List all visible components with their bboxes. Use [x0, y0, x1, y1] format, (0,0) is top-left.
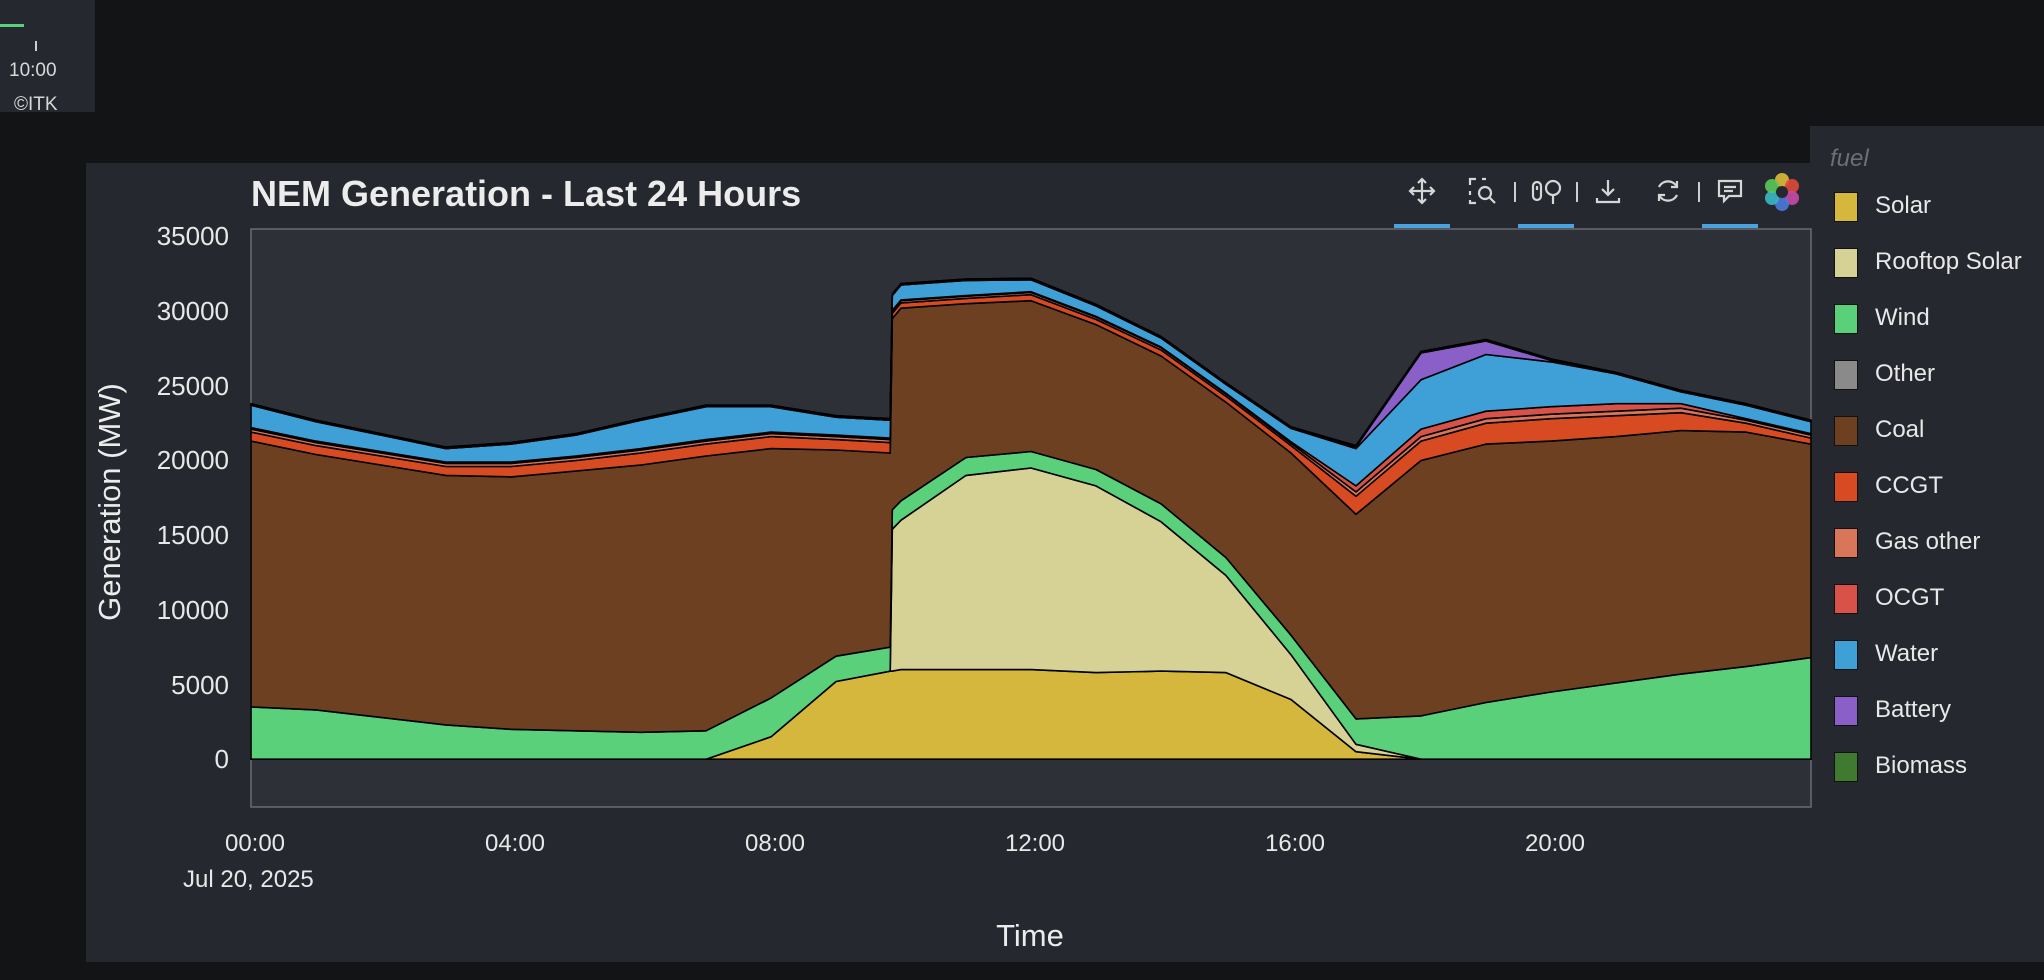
chart-title: NEM Generation - Last 24 Hours — [251, 173, 802, 214]
legend-label: Coal — [1875, 416, 1925, 443]
legend-item[interactable]: Water — [1834, 634, 2044, 674]
legend-swatch — [1834, 584, 1858, 614]
legend-item[interactable]: Battery — [1834, 690, 2044, 730]
x-tick-label: 20:00 — [1524, 830, 1586, 857]
reset-tool[interactable] — [1638, 170, 1698, 220]
legend-item[interactable]: Gas other — [1834, 522, 2044, 562]
y-axis-title: Generation (MW) — [92, 383, 127, 621]
x-tick-label: 08:00 — [744, 830, 806, 857]
reset-icon — [1657, 180, 1679, 202]
legend-item[interactable]: Other — [1834, 354, 2044, 394]
legend-label: Biomass — [1875, 752, 1968, 779]
bokeh-logo[interactable] — [1760, 170, 1820, 220]
x-tick-label: 00:00 — [224, 830, 286, 857]
download-icon — [1595, 180, 1621, 204]
box-zoom-icon — [1468, 177, 1496, 205]
legend-item[interactable]: Coal — [1834, 410, 2044, 450]
legend-item[interactable]: Biomass — [1834, 746, 2044, 786]
legend-label: Wind — [1875, 304, 1930, 331]
save-tool[interactable] — [1578, 170, 1638, 220]
legend-label: Solar — [1875, 192, 1932, 219]
move-icon — [1408, 177, 1436, 205]
chart-toolbar — [1392, 170, 1799, 228]
legend-item[interactable]: Wind — [1834, 298, 2044, 338]
y-tick-label: 5000 — [171, 669, 229, 700]
legend-label: OCGT — [1875, 584, 1945, 611]
x-axis-title: Time — [996, 918, 1064, 953]
x-tick-label: 12:00 — [1004, 830, 1066, 857]
legend-swatch — [1834, 248, 1858, 278]
legend-swatch — [1834, 192, 1858, 222]
hover-icon — [1717, 179, 1743, 204]
legend-swatch — [1834, 360, 1858, 390]
legend-title: fuel — [1830, 145, 1869, 172]
box-zoom-tool[interactable] — [1452, 170, 1512, 220]
x-axis-date-label: Jul 20, 2025 — [183, 866, 314, 893]
legend-item[interactable]: CCGT — [1834, 466, 2044, 506]
hover-tool[interactable] — [1700, 170, 1760, 228]
x-tick-label: 04:00 — [484, 830, 546, 857]
y-tick-label: 30000 — [156, 296, 229, 327]
legend-label: Other — [1875, 360, 1936, 387]
legend-label: Battery — [1875, 696, 1952, 723]
x-tick-label: 16:00 — [1264, 830, 1326, 857]
y-tick-label: 0 — [214, 744, 229, 775]
wheel-zoom-icon — [1531, 179, 1562, 204]
legend-label: Rooftop Solar — [1875, 248, 2022, 275]
legend-swatch — [1834, 472, 1858, 502]
pan-tool[interactable] — [1392, 170, 1452, 228]
legend-item[interactable]: OCGT — [1834, 578, 2044, 618]
legend-swatch — [1834, 752, 1858, 782]
legend-swatch — [1834, 416, 1858, 446]
legend-swatch — [1834, 640, 1858, 670]
wheel-zoom-tool[interactable] — [1516, 170, 1576, 228]
y-tick-label: 35000 — [156, 221, 229, 252]
legend-swatch — [1834, 304, 1858, 334]
legend-swatch — [1834, 696, 1858, 726]
legend-label: Gas other — [1875, 528, 1981, 555]
bokeh-logo-icon — [1765, 173, 1799, 211]
legend-label: Water — [1875, 640, 1939, 667]
legend-item[interactable]: Solar — [1834, 186, 2044, 226]
legend-swatch — [1834, 528, 1858, 558]
legend-item[interactable]: Rooftop Solar — [1834, 242, 2044, 282]
legend-label: CCGT — [1875, 472, 1943, 499]
